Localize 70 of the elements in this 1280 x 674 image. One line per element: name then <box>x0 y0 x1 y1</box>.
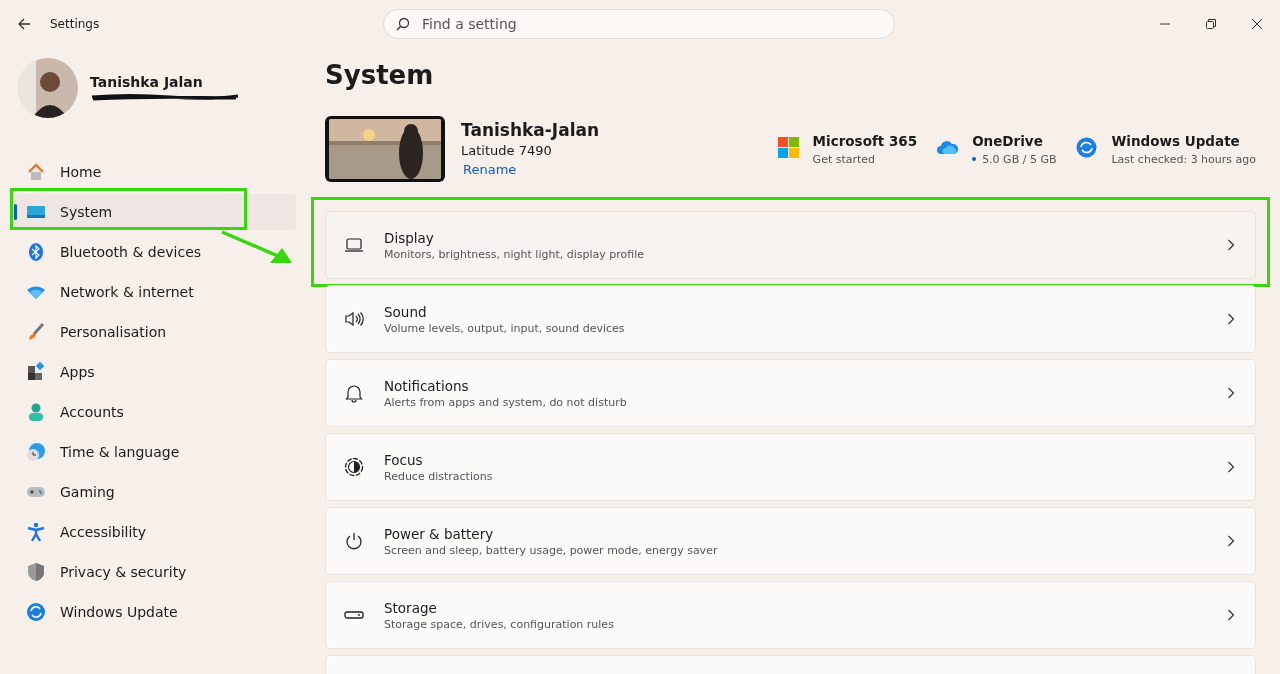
rename-link[interactable]: Rename <box>463 162 517 177</box>
settings-card[interactable]: Display Monitors, brightness, night light, display profile <box>325 211 1256 279</box>
apps-grid-icon <box>777 136 799 158</box>
card-title: Storage <box>384 599 438 616</box>
close-icon <box>1252 19 1262 29</box>
service-title: Windows Update <box>1111 132 1241 149</box>
service-detail: Get started <box>812 152 876 166</box>
chevron-right-icon <box>1227 461 1235 473</box>
settings-card[interactable]: Notifications Alerts from apps and system, do not disturb <box>325 359 1256 427</box>
settings-card[interactable]: Storage Storage space, drives, configuration rules <box>325 581 1256 649</box>
card-title: Notifications <box>384 377 470 394</box>
window-title: Settings <box>50 17 100 31</box>
device-name: Tanishka-Jalan <box>461 120 600 140</box>
apps-icon <box>26 362 46 382</box>
shield-icon <box>26 562 46 582</box>
chevron-right-icon <box>1227 387 1235 399</box>
service-detail: Last checked: 3 hours ago <box>1111 152 1256 166</box>
avatar <box>18 58 78 118</box>
page-title: System <box>325 60 435 90</box>
accessibility-icon <box>26 522 46 542</box>
settings-card[interactable]: Power & battery Screen and sleep, battery usage, power mode, energy saver <box>325 507 1256 575</box>
restore-icon <box>1206 19 1216 29</box>
card-title: Power & battery <box>384 525 495 542</box>
sidebar-item[interactable]: Network & internet <box>14 274 296 310</box>
card-subtitle: Storage space, drives, configuration rules <box>384 617 615 631</box>
sidebar-item[interactable]: Accessibility <box>14 514 296 550</box>
card-subtitle: Monitors, brightness, night light, display profile <box>384 247 646 261</box>
service-detail: 5.0 GB / 5 GB <box>982 152 1057 166</box>
sidebar-item[interactable]: System <box>14 194 296 230</box>
laptop-icon <box>344 235 364 255</box>
card-title: Focus <box>384 451 424 468</box>
device-model: Latitude 7490 <box>461 143 553 158</box>
sidebar-item[interactable]: Apps <box>14 354 296 390</box>
service-title: Microsoft 365 <box>812 132 918 149</box>
focus-icon <box>344 457 364 477</box>
sidebar-item[interactable]: Bluetooth & devices <box>14 234 296 270</box>
sidebar-item[interactable]: Gaming <box>14 474 296 510</box>
settings-card[interactable]: Focus Reduce distractions <box>325 433 1256 501</box>
card-subtitle: Reduce distractions <box>384 469 494 483</box>
sidebar-item[interactable]: Accounts <box>14 394 296 430</box>
card-subtitle: Volume levels, output, input, sound devices <box>384 321 626 335</box>
chevron-right-icon <box>1227 313 1235 325</box>
settings-card[interactable]: Sound Volume levels, output, input, sound devices <box>325 285 1256 353</box>
globe-clock-icon <box>26 442 46 462</box>
chevron-right-icon <box>1227 609 1235 621</box>
bluetooth-icon <box>26 242 46 262</box>
sidebar-item[interactable]: Home <box>14 154 296 190</box>
paintbrush-icon <box>26 322 46 342</box>
update-icon <box>26 602 46 622</box>
bell-icon <box>344 383 364 403</box>
card-title: Sound <box>384 303 428 320</box>
speaker-icon <box>344 309 364 329</box>
card-subtitle: Alerts from apps and system, do not disturb <box>384 395 628 409</box>
search-field[interactable]: Find a setting <box>383 9 895 39</box>
chevron-right-icon <box>1227 239 1235 251</box>
house-icon <box>26 162 46 182</box>
sidebar-item[interactable]: Time & language <box>14 434 296 470</box>
sidebar-item[interactable]: Privacy & security <box>14 554 296 590</box>
user-name: Tanishka Jalan <box>90 74 204 90</box>
sidebar-item[interactable]: Personalisation <box>14 314 296 350</box>
sidebar-item[interactable]: Windows Update <box>14 594 296 630</box>
power-icon <box>344 531 364 551</box>
chevron-right-icon <box>1227 535 1235 547</box>
update-icon <box>1076 136 1098 158</box>
service-title: OneDrive <box>972 132 1044 149</box>
person-icon <box>26 402 46 422</box>
card-subtitle: Screen and sleep, battery usage, power mode, energy saver <box>384 543 719 557</box>
search-icon <box>396 17 410 31</box>
card-title: Display <box>384 229 435 246</box>
back-icon <box>16 16 32 32</box>
